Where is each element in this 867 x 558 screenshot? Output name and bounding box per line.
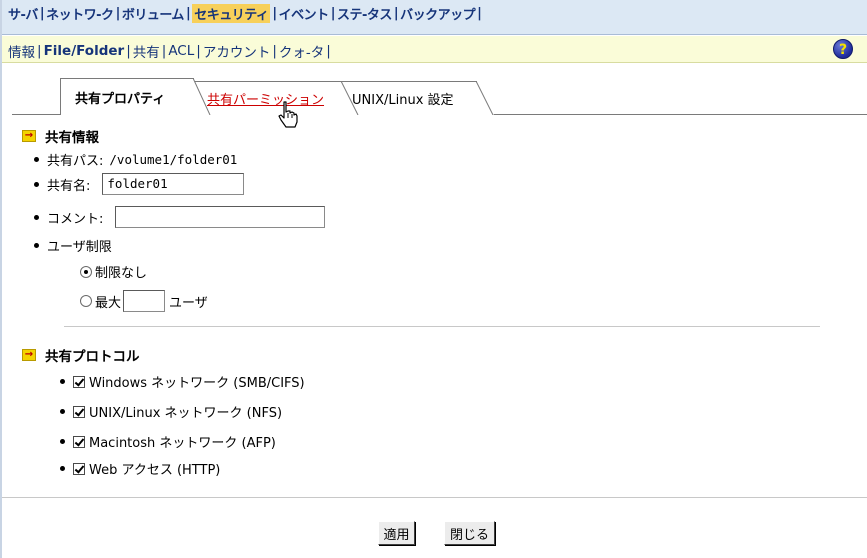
nfs-label: UNIX/Linux ネットワーク (NFS) [89,406,283,421]
tab-slant [476,81,494,115]
section-divider [64,326,820,327]
footer-divider [2,497,867,498]
menu-separator: | [330,5,336,21]
menu-separator: | [272,5,277,21]
comment-input[interactable] [115,206,326,228]
submenu-separator: | [272,43,277,59]
http-checkbox[interactable] [73,462,85,475]
menu-separator: | [115,5,121,21]
menu-item-volume[interactable]: ボリューム [122,4,185,23]
submenu-separator: | [196,43,201,59]
tab-share-permission[interactable]: 共有パーミッション [192,81,359,115]
menu-item-server[interactable]: サ-バ [8,4,38,23]
menu-item-event[interactable]: イベント [279,4,330,23]
share-protocol-heading-text: 共有プロトコル [45,349,140,365]
apply-button[interactable]: 適用 [378,521,415,545]
menu-item-status[interactable]: ステ-タス [337,4,392,23]
max-users-row: 最大 ユーザ [80,290,208,312]
users-label: ユーザ [169,295,208,311]
left-border [0,0,2,558]
share-path-value: /volume1/folder01 [109,152,238,167]
comment-label: コメント: [47,211,104,227]
user-limit-row: ユーザ制限 [34,236,112,255]
sub-menu: 情報 | File/Folder | 共有 | ACL | アカウント | クォ… [8,41,333,61]
no-limit-radio[interactable] [80,265,92,278]
tab-slant [193,78,211,115]
share-info-heading-text: 共有情報 [45,130,99,146]
protocol-row-afp: Macintosh ネットワーク (AFP) [60,432,276,451]
max-users-input[interactable] [123,290,166,312]
tab-share-property[interactable]: 共有プロパティ [60,78,211,115]
share-path-label: 共有パス: [47,154,104,169]
bullet-icon [60,379,65,384]
bullet-icon [60,409,65,414]
comment-row: コメント: [34,206,326,228]
no-limit-label: 制限なし [95,266,148,281]
bullet-icon [60,439,65,444]
smb-checkbox[interactable] [73,375,85,388]
tab-unix-linux-label: UNIX/Linux 設定 [352,93,454,108]
submenu-item-share[interactable]: 共有 [133,41,160,61]
help-icon[interactable]: ? [833,39,853,59]
max-users-radio[interactable] [80,295,92,307]
nfs-checkbox[interactable] [73,405,85,418]
bullet-icon [34,214,39,220]
submenu-separator: | [37,43,42,59]
user-limit-label: ユーザ制限 [47,240,112,255]
menu-item-network[interactable]: ネットワ-ク [46,4,114,23]
share-name-label: 共有名: [47,178,91,194]
main-menu-bar: サ-バ | ネットワ-ク | ボリューム | セキュリティ | イベント | ス… [2,0,867,35]
sub-menu-bar: 情報 | File/Folder | 共有 | ACL | アカウント | クォ… [2,36,867,63]
submenu-separator: | [126,43,131,59]
hand-pointer-cursor [278,101,298,128]
http-label: Web アクセス (HTTP) [89,463,221,478]
tab-slant [341,81,359,115]
afp-label: Macintosh ネットワーク (AFP) [89,436,276,451]
tab-share-property-label: 共有プロパティ [75,91,166,107]
submenu-item-quota[interactable]: クォ-タ [279,41,324,61]
main-menu: サ-バ | ネットワ-ク | ボリューム | セキュリティ | イベント | ス… [8,3,483,23]
share-path-row: 共有パス: /volume1/folder01 [34,150,237,169]
menu-separator: | [39,5,45,21]
no-limit-row: 制限なし [80,262,147,281]
menu-item-security[interactable]: セキュリティ [192,3,271,23]
tab-bar: UNIX/Linux 設定 共有パーミッション 共有プロパティ [12,75,867,115]
share-name-input[interactable]: folder01 [102,173,245,195]
submenu-separator: | [161,43,167,59]
protocol-row-smb: Windows ネットワーク (SMB/CIFS) [60,372,305,391]
close-button[interactable]: 閉じる [444,521,495,545]
max-label: 最大 [95,295,122,311]
menu-item-backup[interactable]: バックアップ [400,4,476,23]
bullet-icon [34,157,39,162]
share-info-heading: → 共有情報 [22,126,99,146]
menu-separator: | [185,5,191,21]
smb-label: Windows ネットワーク (SMB/CIFS) [89,376,305,391]
bullet-icon [34,181,39,187]
submenu-item-info[interactable]: 情報 [8,41,35,61]
share-name-row: 共有名: folder01 [34,173,245,195]
arrow-right-icon: → [22,349,36,361]
afp-checkbox[interactable] [73,435,85,448]
menu-separator: | [477,5,482,21]
protocol-row-http: Web アクセス (HTTP) [60,459,220,478]
submenu-separator: | [326,43,331,59]
menu-separator: | [393,5,399,21]
submenu-item-file-folder[interactable]: File/Folder [44,43,125,59]
bullet-icon [60,466,65,471]
submenu-item-acl[interactable]: ACL [168,43,194,59]
submenu-item-account[interactable]: アカウント [203,41,271,61]
protocol-row-nfs: UNIX/Linux ネットワーク (NFS) [60,402,282,421]
tab-share-permission-label: 共有パーミッション [207,93,325,108]
share-protocol-heading: → 共有プロトコル [22,345,140,365]
arrow-right-icon: → [22,130,36,142]
bullet-icon [34,243,39,248]
